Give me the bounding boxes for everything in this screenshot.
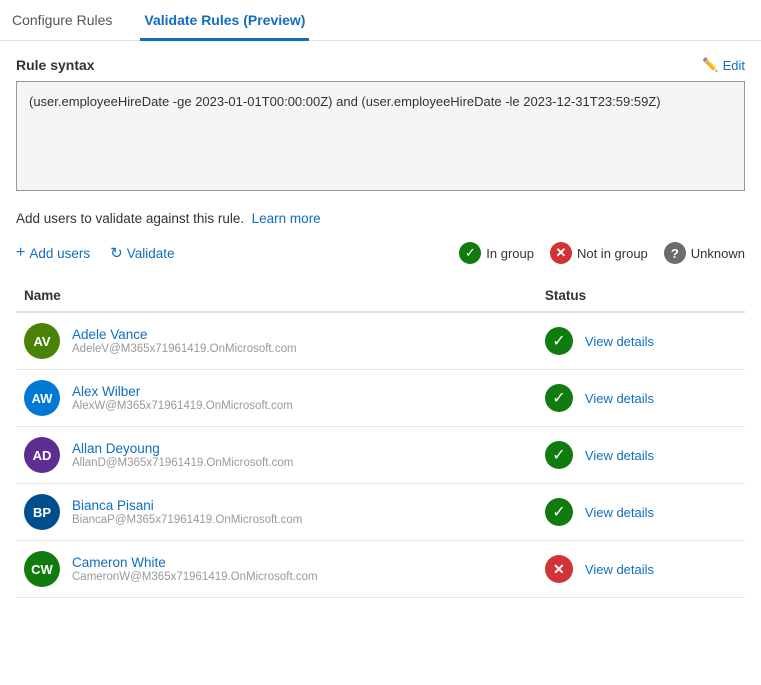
status-cell: ✓ View details (545, 441, 737, 469)
user-name-cell: CW Cameron WhiteCameronW@M365x71961419.On… (16, 541, 545, 598)
user-info: Allan DeyoungAllanD@M365x71961419.OnMicr… (72, 441, 293, 469)
user-name-cell: AW Alex WilberAlexW@M365x71961419.OnMicro… (16, 370, 545, 427)
status-not-in-group-icon: ✕ (545, 555, 573, 583)
user-cell: AW Alex WilberAlexW@M365x71961419.OnMicro… (24, 380, 537, 416)
status-in-group-icon: ✓ (545, 327, 573, 355)
user-display-name[interactable]: Bianca Pisani (72, 498, 302, 513)
view-details-link[interactable]: View details (585, 391, 654, 406)
edit-label: Edit (723, 58, 745, 73)
pencil-icon: ✏️ (702, 57, 718, 73)
toolbar-left: + Add users ↻ Validate (16, 244, 459, 262)
user-email: AdeleV@M365x71961419.OnMicrosoft.com (72, 343, 297, 355)
user-info: Alex WilberAlexW@M365x71961419.OnMicroso… (72, 384, 293, 412)
user-email: CameronW@M365x71961419.OnMicrosoft.com (72, 571, 318, 583)
info-bar-text: Add users to validate against this rule. (16, 211, 244, 226)
learn-more-link[interactable]: Learn more (252, 211, 321, 226)
not-in-group-label: Not in group (577, 246, 648, 261)
status-in-group-icon: ✓ (545, 441, 573, 469)
user-name-cell: AV Adele VanceAdeleV@M365x71961419.OnMicr… (16, 312, 545, 370)
rule-syntax-value: (user.employeeHireDate -ge 2023-01-01T00… (29, 94, 661, 109)
user-cell: CW Cameron WhiteCameronW@M365x71961419.On… (24, 551, 537, 587)
tab-validate-rules[interactable]: Validate Rules (Preview) (140, 0, 309, 41)
table-row: CW Cameron WhiteCameronW@M365x71961419.On… (16, 541, 745, 598)
table-header: Name Status (16, 280, 745, 312)
add-users-label: Add users (29, 246, 90, 261)
tab-configure-rules[interactable]: Configure Rules (8, 0, 116, 41)
user-display-name[interactable]: Adele Vance (72, 327, 297, 342)
avatar: AD (24, 437, 60, 473)
view-details-link[interactable]: View details (585, 334, 654, 349)
status-in-group-icon: ✓ (545, 384, 573, 412)
table-row: AW Alex WilberAlexW@M365x71961419.OnMicro… (16, 370, 745, 427)
user-info: Adele VanceAdeleV@M365x71961419.OnMicros… (72, 327, 297, 355)
rule-syntax-label: Rule syntax (16, 57, 95, 73)
user-name-cell: BP Bianca PisaniBiancaP@M365x71961419.OnM… (16, 484, 545, 541)
unknown-label: Unknown (691, 246, 745, 261)
status-cell: ✓ View details (545, 327, 737, 355)
plus-icon: + (16, 244, 25, 262)
status-cell: ✓ View details (545, 384, 737, 412)
user-display-name[interactable]: Allan Deyoung (72, 441, 293, 456)
user-email: AlexW@M365x71961419.OnMicrosoft.com (72, 400, 293, 412)
status-cell: ✕ View details (545, 555, 737, 583)
user-email: BiancaP@M365x71961419.OnMicrosoft.com (72, 514, 302, 526)
col-status: Status (545, 280, 745, 312)
legend-not-in-group: ✕ Not in group (550, 242, 648, 264)
user-status-cell: ✓ View details (545, 312, 745, 370)
user-cell: AV Adele VanceAdeleV@M365x71961419.OnMicr… (24, 323, 537, 359)
table-row: AV Adele VanceAdeleV@M365x71961419.OnMicr… (16, 312, 745, 370)
view-details-link[interactable]: View details (585, 448, 654, 463)
user-email: AllanD@M365x71961419.OnMicrosoft.com (72, 457, 293, 469)
status-cell: ✓ View details (545, 498, 737, 526)
table-row: AD Allan DeyoungAllanD@M365x71961419.OnMi… (16, 427, 745, 484)
user-status-cell: ✓ View details (545, 484, 745, 541)
avatar: CW (24, 551, 60, 587)
unknown-icon: ? (664, 242, 686, 264)
avatar: AV (24, 323, 60, 359)
tab-bar: Configure Rules Validate Rules (Preview) (0, 0, 761, 41)
rule-syntax-box: (user.employeeHireDate -ge 2023-01-01T00… (16, 81, 745, 191)
user-cell: BP Bianca PisaniBiancaP@M365x71961419.OnM… (24, 494, 537, 530)
user-status-cell: ✓ View details (545, 427, 745, 484)
rule-syntax-header: Rule syntax ✏️ Edit (16, 57, 745, 73)
user-table: Name Status AV Adele VanceAdeleV@M365x719… (16, 280, 745, 598)
in-group-label: In group (486, 246, 534, 261)
user-status-cell: ✕ View details (545, 541, 745, 598)
in-group-icon: ✓ (459, 242, 481, 264)
user-info: Bianca PisaniBiancaP@M365x71961419.OnMic… (72, 498, 302, 526)
view-details-link[interactable]: View details (585, 562, 654, 577)
toolbar: + Add users ↻ Validate ✓ In group ✕ Not … (16, 242, 745, 264)
legend-in-group: ✓ In group (459, 242, 534, 264)
legend: ✓ In group ✕ Not in group ? Unknown (459, 242, 745, 264)
avatar: AW (24, 380, 60, 416)
info-bar: Add users to validate against this rule.… (16, 211, 745, 226)
user-display-name[interactable]: Cameron White (72, 555, 318, 570)
edit-link[interactable]: ✏️ Edit (702, 57, 745, 73)
refresh-icon: ↻ (110, 244, 123, 262)
user-cell: AD Allan DeyoungAllanD@M365x71961419.OnMi… (24, 437, 537, 473)
status-in-group-icon: ✓ (545, 498, 573, 526)
not-in-group-icon: ✕ (550, 242, 572, 264)
table-row: BP Bianca PisaniBiancaP@M365x71961419.OnM… (16, 484, 745, 541)
user-status-cell: ✓ View details (545, 370, 745, 427)
avatar: BP (24, 494, 60, 530)
user-display-name[interactable]: Alex Wilber (72, 384, 293, 399)
user-info: Cameron WhiteCameronW@M365x71961419.OnMi… (72, 555, 318, 583)
table-body: AV Adele VanceAdeleV@M365x71961419.OnMicr… (16, 312, 745, 598)
user-name-cell: AD Allan DeyoungAllanD@M365x71961419.OnMi… (16, 427, 545, 484)
validate-label: Validate (127, 246, 175, 261)
add-users-button[interactable]: + Add users (16, 244, 90, 262)
main-content: Rule syntax ✏️ Edit (user.employeeHireDa… (0, 41, 761, 598)
legend-unknown: ? Unknown (664, 242, 745, 264)
col-name: Name (16, 280, 545, 312)
view-details-link[interactable]: View details (585, 505, 654, 520)
validate-button[interactable]: ↻ Validate (110, 244, 174, 262)
